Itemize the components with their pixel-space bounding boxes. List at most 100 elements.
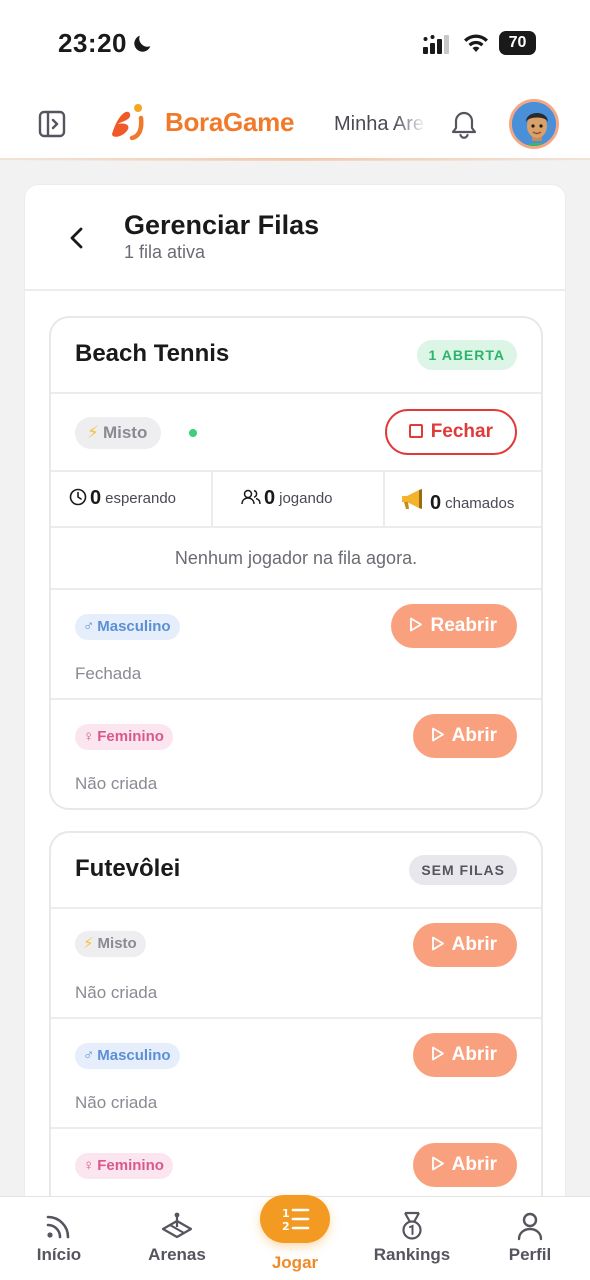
category-label: Feminino: [97, 1157, 164, 1174]
sport-header: Futevôlei SEM FILAS: [51, 833, 541, 909]
arena-link-fade: [394, 110, 426, 140]
category-label: Misto: [102, 423, 148, 442]
active-queue-row: ⚡ Misto Fechar: [51, 394, 541, 472]
nav-label: Arenas: [148, 1245, 206, 1264]
profile-icon: [517, 1212, 543, 1241]
moon-icon: [134, 35, 151, 52]
queue-state: Não criada: [75, 774, 158, 793]
stat-playing-label: jogando: [279, 490, 333, 507]
category-label: Masculino: [97, 1047, 171, 1064]
user-avatar[interactable]: [509, 99, 559, 149]
queue-row-feminino: ♀ Feminino Não criada Abrir: [51, 700, 541, 808]
category-label: Misto: [97, 935, 137, 952]
medal-icon: [402, 1211, 422, 1240]
users-icon: [241, 489, 261, 505]
stat-called-value: 0: [430, 492, 442, 514]
close-button-label: Fechar: [430, 421, 493, 442]
male-symbol-icon: ♂: [83, 618, 95, 635]
female-symbol-icon: ♀: [83, 728, 95, 745]
play-icon: [431, 1046, 444, 1061]
status-badge: 1 ABERTA: [416, 340, 517, 370]
stat-waiting: 0 esperando: [51, 472, 213, 526]
category-pill-feminino: ♀ Feminino: [75, 1153, 173, 1179]
category-pill-masculino: ♂ Masculino: [75, 614, 180, 640]
nav-label: Início: [36, 1245, 82, 1264]
stat-playing-value: 0: [264, 487, 276, 509]
bottom-navigation: Início Arenas 1 2 Jogar Rankings Perfil: [0, 1195, 590, 1280]
back-arrow-icon[interactable]: [65, 225, 89, 251]
nav-item-jogar-button[interactable]: 1 2: [260, 1195, 330, 1243]
svg-text:1: 1: [282, 1207, 290, 1220]
play-icon: [431, 1156, 444, 1171]
nav-item-arenas[interactable]: Arenas: [127, 1211, 227, 1265]
queue-state: Não criada: [75, 1093, 158, 1112]
male-symbol-icon: ♂: [83, 1047, 95, 1064]
queue-stats: 0 esperando 0 jogando 0 chamados: [51, 472, 541, 528]
queue-row-masculino: ♂ Masculino Não criada Abrir: [51, 1019, 541, 1129]
sport-card-beach-tennis: Beach Tennis 1 ABERTA ⚡ Misto Fechar 0 esp…: [49, 316, 543, 810]
category-label: Feminino: [97, 728, 164, 745]
button-label: Abrir: [451, 725, 497, 746]
boragame-logo-icon[interactable]: [108, 104, 152, 142]
button-label: Abrir: [451, 1154, 497, 1175]
female-symbol-icon: ♀: [83, 1157, 95, 1174]
open-queue-button[interactable]: Abrir: [412, 714, 517, 758]
stat-waiting-label: esperando: [105, 490, 177, 507]
status-badge: SEM FILAS: [409, 855, 517, 885]
page-title: Gerenciar Filas: [124, 210, 320, 240]
notification-bell-icon[interactable]: [450, 110, 478, 140]
home-icon: [46, 1215, 70, 1239]
stat-waiting-value: 0: [90, 487, 102, 509]
queue-row-masculino: ♂ Masculino Fechada Reabrir: [51, 590, 541, 700]
header-divider: [0, 158, 590, 161]
reopen-queue-button[interactable]: Reabrir: [391, 604, 517, 648]
app-header: BoraGame Minha Arena: [0, 88, 590, 160]
sidebar-toggle-icon[interactable]: [38, 110, 66, 138]
category-label: Masculino: [97, 618, 171, 635]
empty-queue-message: Nenhum jogador na fila agora.: [51, 528, 541, 590]
category-pill-masculino: ♂ Masculino: [75, 1043, 180, 1069]
stop-square-icon: [408, 424, 423, 438]
category-pill-misto: ⚡ Misto: [75, 417, 162, 449]
open-queue-button[interactable]: Abrir: [412, 1033, 517, 1077]
manage-queues-card: Gerenciar Filas 1 fila ativa Beach Tenni…: [24, 184, 566, 1280]
play-icon: [410, 617, 423, 632]
queue-state: Fechada: [75, 664, 142, 683]
page-header: Gerenciar Filas 1 fila ativa: [25, 185, 565, 291]
stat-called-label: chamados: [445, 495, 515, 512]
nav-item-perfil[interactable]: Perfil: [480, 1211, 580, 1265]
cellular-signal-icon: [423, 35, 449, 54]
live-indicator-dot: [189, 429, 197, 437]
battery-indicator: 70: [499, 31, 541, 55]
button-label: Abrir: [451, 1044, 497, 1065]
category-pill-feminino: ♀ Feminino: [75, 724, 173, 750]
status-time: 23:20: [58, 28, 127, 58]
megaphone-icon: [402, 489, 422, 509]
category-pill-misto: ⚡ Misto: [75, 931, 146, 957]
button-label: Reabrir: [430, 615, 497, 636]
status-bar: 23:20 70: [0, 0, 590, 88]
svg-text:2: 2: [282, 1220, 290, 1233]
brand-logo-text[interactable]: BoraGame: [165, 107, 294, 138]
open-queue-button[interactable]: Abrir: [412, 1143, 517, 1187]
nav-label: Rankings: [373, 1245, 451, 1264]
lightning-icon: ⚡: [87, 423, 99, 442]
queue-list-icon: 1 2: [282, 1207, 310, 1233]
nav-label: Perfil: [508, 1245, 552, 1264]
lightning-icon: ⚡: [83, 935, 94, 952]
close-queue-button[interactable]: Fechar: [384, 409, 517, 455]
play-icon: [431, 727, 444, 742]
nav-label-jogar[interactable]: Jogar: [245, 1253, 345, 1273]
open-queue-button[interactable]: Abrir: [412, 923, 517, 967]
queue-row-misto: ⚡ Misto Não criada Abrir: [51, 909, 541, 1019]
sport-header: Beach Tennis 1 ABERTA: [51, 318, 541, 394]
clock-icon: [69, 488, 87, 506]
play-icon: [431, 936, 444, 951]
button-label: Abrir: [451, 934, 497, 955]
nav-item-inicio[interactable]: Início: [9, 1211, 109, 1265]
nav-item-rankings[interactable]: Rankings: [362, 1211, 462, 1265]
sport-name: Futevôlei: [75, 855, 181, 882]
battery-level: 70: [499, 31, 538, 55]
sport-name: Beach Tennis: [75, 340, 230, 367]
stat-playing: 0 jogando: [213, 472, 385, 526]
